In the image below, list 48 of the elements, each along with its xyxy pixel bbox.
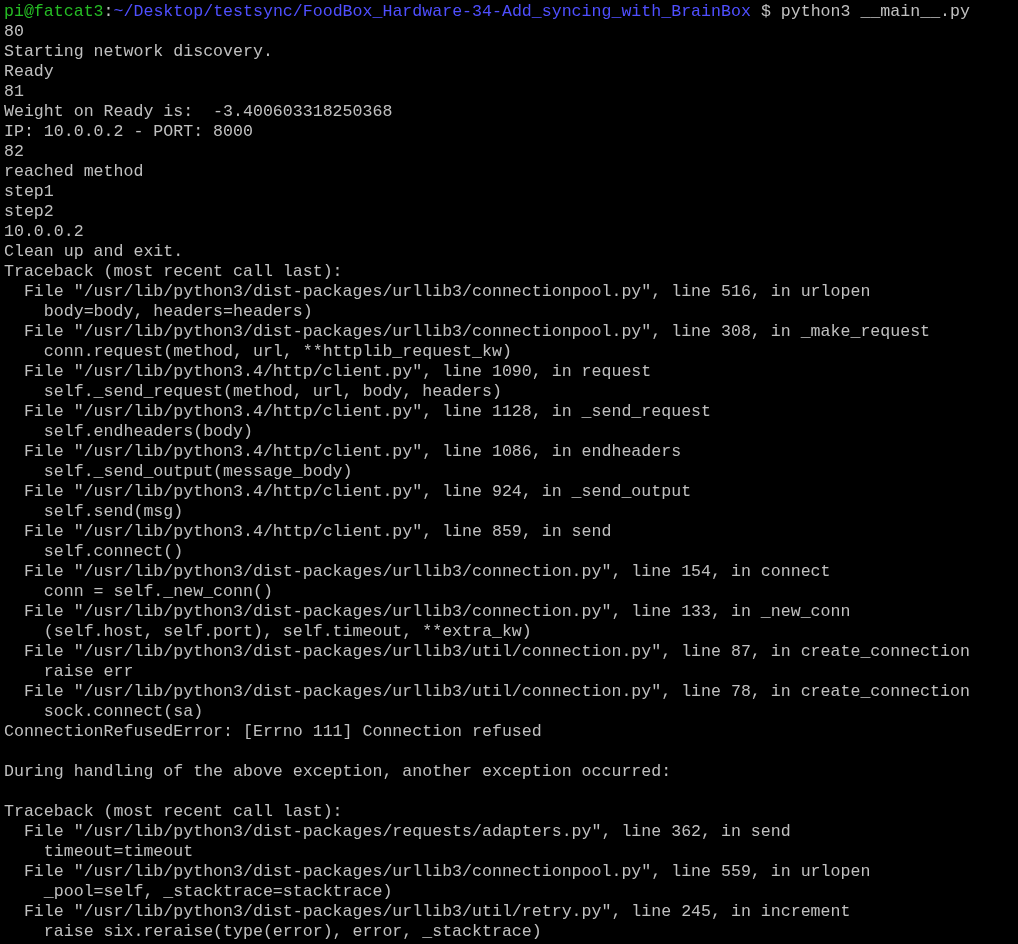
output-line: Ready [4, 62, 54, 82]
output-line: 82 [4, 142, 24, 162]
output-line: conn = self._new_conn() [42, 582, 273, 602]
output-line: File "/usr/lib/python3/dist-packages/urllib3/connectionpool.py", line 516, in urlopen [22, 282, 871, 302]
output-line: raise err [42, 662, 134, 682]
output-line: self._send_request(method, url, body, headers) [42, 382, 502, 402]
output-line: Starting network discovery. [4, 42, 273, 62]
output-line: 80 [4, 22, 24, 42]
output-line: 81 [4, 82, 24, 102]
output-line: Traceback (most recent call last): [4, 262, 343, 282]
output-line: File "/usr/lib/python3/dist-packages/urllib3/util/retry.py", line 245, in increment [22, 902, 851, 922]
output-line: IP: 10.0.0.2 - PORT: 8000 [4, 122, 253, 142]
separator: : [103, 2, 114, 22]
output-line: File "/usr/lib/python3/dist-packages/urllib3/connection.py", line 154, in connect [22, 562, 831, 582]
output-line: _pool=self, _stacktrace=stacktrace) [42, 882, 393, 902]
output-line: File "/usr/lib/python3.4/http/client.py", line 1090, in request [22, 362, 652, 382]
output-line: File "/usr/lib/python3.4/http/client.py", line 1128, in _send_request [22, 402, 711, 422]
output-line: File "/usr/lib/python3.4/http/client.py", line 1086, in endheaders [22, 442, 682, 462]
output-line: step2 [4, 202, 54, 222]
output-line: (self.host, self.port), self.timeout, **extra_kw) [42, 622, 532, 642]
output-line: step1 [4, 182, 54, 202]
output-line: 10.0.0.2 [4, 222, 84, 242]
output-line: self._send_output(message_body) [42, 462, 353, 482]
output-line: Traceback (most recent call last): [4, 802, 343, 822]
output-line: raise six.reraise(type(error), error, _stacktrace) [42, 922, 542, 942]
working-directory: ~/Desktop/testsync/FoodBox_Hardware-34-Add_syncing_with_BrainBox [113, 2, 751, 22]
output-line: body=body, headers=headers) [42, 302, 313, 322]
output-line: timeout=timeout [42, 842, 194, 862]
output-line: File "/usr/lib/python3.4/http/client.py", line 924, in _send_output [22, 482, 692, 502]
output-line: File "/usr/lib/python3/dist-packages/requests/adapters.py", line 362, in send [22, 822, 791, 842]
output-line: File "/usr/lib/python3/dist-packages/urllib3/util/connection.py", line 87, in create_connection [22, 642, 970, 662]
output-line: File "/usr/lib/python3/dist-packages/urllib3/util/connection.py", line 78, in create_connection [22, 682, 970, 702]
output-line: File "/usr/lib/python3/dist-packages/urllib3/connectionpool.py", line 308, in _make_request [22, 322, 931, 342]
output-line: File "/usr/lib/python3/dist-packages/urllib3/connectionpool.py", line 559, in urlopen [22, 862, 871, 882]
output-line: self.send(msg) [42, 502, 184, 522]
output-line: self.connect() [42, 542, 184, 562]
output-line: During handling of the above exception, another exception occurred: [4, 762, 672, 782]
output-line: Clean up and exit. [4, 242, 184, 262]
command: $ python3 __main__.py [759, 2, 970, 22]
output-line: sock.connect(sa) [42, 702, 204, 722]
user-host: pi@fatcat3 [4, 2, 104, 22]
output-line: self.endheaders(body) [42, 422, 253, 442]
output-line: Weight on Ready is: -3.400603318250368 [4, 102, 393, 122]
output-line: File "/usr/lib/python3.4/http/client.py", line 859, in send [22, 522, 612, 542]
output-line: reached method [4, 162, 144, 182]
output-line: File "/usr/lib/python3/dist-packages/urllib3/connection.py", line 133, in _new_conn [22, 602, 851, 622]
output-line: conn.request(method, url, **httplib_request_kw) [42, 342, 512, 362]
output-line: ConnectionRefusedError: [Errno 111] Connection refused [4, 722, 542, 742]
